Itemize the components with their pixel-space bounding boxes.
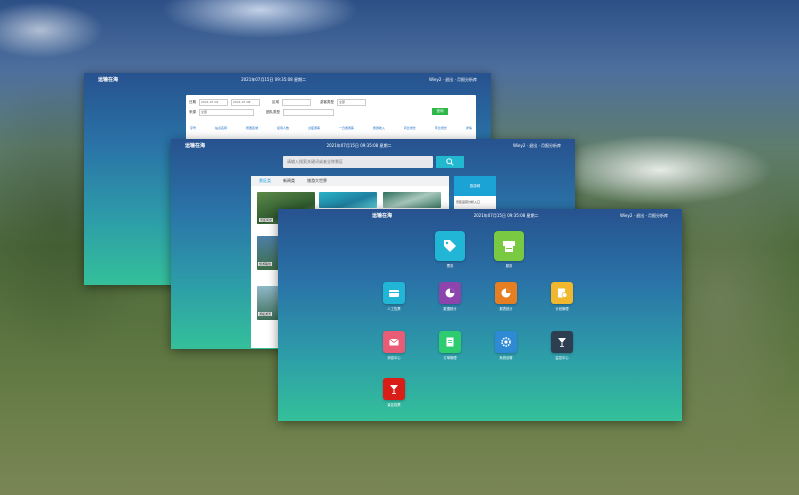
table-column-header: 站点名称 xyxy=(214,126,227,130)
wallet-icon xyxy=(383,282,405,304)
printer-icon xyxy=(494,231,524,261)
type-select[interactable] xyxy=(283,109,334,116)
brand-title: 运输在海 xyxy=(185,143,206,149)
source-select[interactable]: 全部 xyxy=(199,109,254,116)
search-button[interactable]: 查询 xyxy=(432,108,448,115)
app-message-center[interactable]: 消息中心 xyxy=(374,331,414,360)
search-icon xyxy=(446,158,454,166)
app-report-stats[interactable]: 报表统计 xyxy=(486,282,526,311)
pie-chart-icon xyxy=(439,282,461,304)
type-field: 团队类型 xyxy=(266,109,334,116)
app-data-stats[interactable]: 数据统计 xyxy=(430,282,470,311)
app-system-settings[interactable]: 系统设置 xyxy=(486,331,526,360)
drink-icon xyxy=(383,378,405,400)
tab-travel-world[interactable]: 旅游大世界 xyxy=(307,178,327,184)
drink-icon xyxy=(551,331,573,353)
table-column-header: 详情 xyxy=(465,126,472,130)
app-monitor-center[interactable]: 监控中心 xyxy=(542,331,582,360)
search-input[interactable]: 请输入搜索关键词或者全称景区 xyxy=(283,156,433,168)
date-from-input[interactable]: 2021-07-02 xyxy=(199,99,228,106)
pie-chart-icon xyxy=(495,282,517,304)
tag-icon xyxy=(435,231,465,261)
route-select[interactable]: 全部 xyxy=(337,99,366,106)
user-info[interactable]: Wiey2 · 退出 · 月报分析库 xyxy=(513,143,561,149)
mail-icon xyxy=(383,331,405,353)
datetime: 2021年07月15日 09:35:08 星期二 xyxy=(473,212,539,218)
top-bar: 运输在海 2021年07月15日 09:35:08 星期二 Wiey2 · 退出… xyxy=(278,209,682,222)
clock-doc-icon xyxy=(551,282,573,304)
list-icon xyxy=(439,331,461,353)
datetime: 2021年07月15日 09:35:08 星期二 xyxy=(326,142,392,148)
datetime: 2021年07月15日 09:35:08 星期二 xyxy=(241,76,306,82)
gear-icon xyxy=(495,331,517,353)
side-logo: 旅游网 xyxy=(454,176,496,196)
region-select[interactable] xyxy=(282,99,311,106)
photo-waterpark[interactable] xyxy=(319,192,377,208)
user-info[interactable]: Wiey2 · 退出 · 月报分析库 xyxy=(429,77,477,83)
date-to-input[interactable]: 2021-07-08 xyxy=(231,99,260,106)
user-info[interactable]: Wiey2 · 退出 · 月报分析库 xyxy=(620,213,668,219)
brand-title: 运输在海 xyxy=(372,213,393,219)
table-column-header: 同比增长 xyxy=(403,126,416,130)
screenshot-app-dashboard: 运输在海 2021年07月15日 09:35:08 星期二 Wiey2 · 退出… xyxy=(278,209,682,421)
table-column-header: 序号 xyxy=(190,126,197,130)
app-tickets[interactable]: 票务 xyxy=(430,231,470,268)
search-button[interactable] xyxy=(436,156,464,168)
brand-title: 运输在海 xyxy=(98,77,119,83)
app-ticket-check[interactable]: 景区检票 xyxy=(374,378,414,407)
photo-caption: 景区风光 xyxy=(259,218,274,222)
route-field: 游客类型 全部 xyxy=(320,99,366,106)
table-column-header: 旅游收入 xyxy=(372,126,385,130)
table-column-header: 过夜游客 xyxy=(307,126,320,130)
photo-caption: 旅游路线 xyxy=(258,262,273,266)
top-bar: 运输在海 2021年07月15日 09:35:08 星期二 Wiey2 · 退出… xyxy=(84,73,491,86)
app-service[interactable]: 服务 xyxy=(489,231,529,268)
source-field: 来源 全部 xyxy=(189,109,254,116)
region-field: 区域 xyxy=(272,99,311,106)
top-bar: 运输在海 2021年07月15日 09:35:08 星期二 Wiey2 · 退出… xyxy=(171,139,575,152)
app-manual-ticketing[interactable]: 人工售票 xyxy=(374,282,414,311)
app-plan-management[interactable]: 计划管理 xyxy=(542,282,582,311)
tab-news[interactable]: 新闻类 xyxy=(283,178,295,184)
table-column-header: 一日游游客 xyxy=(338,126,354,130)
date-field: 日期 2021-07-02 2021-07-08 xyxy=(189,99,260,106)
side-text: 景区运营分析入口 xyxy=(456,200,481,204)
photo-caption: 游船游览 xyxy=(258,312,273,316)
table-column-header: 环比增长 xyxy=(434,126,447,130)
tab-bar: 景区类 新闻类 旅游大世界 xyxy=(251,176,449,186)
table-column-header: 接待人数 xyxy=(276,126,289,130)
app-order-management[interactable]: 订单管理 xyxy=(430,331,470,360)
table-header: 序号 站点名称 所属区域 接待人数 过夜游客 一日游游客 旅游收入 同比增长 环比增长 详情 xyxy=(190,126,472,130)
tab-scenic[interactable]: 景区类 xyxy=(259,178,271,184)
table-column-header: 所属区域 xyxy=(245,126,258,130)
photo-lake[interactable] xyxy=(383,192,441,208)
